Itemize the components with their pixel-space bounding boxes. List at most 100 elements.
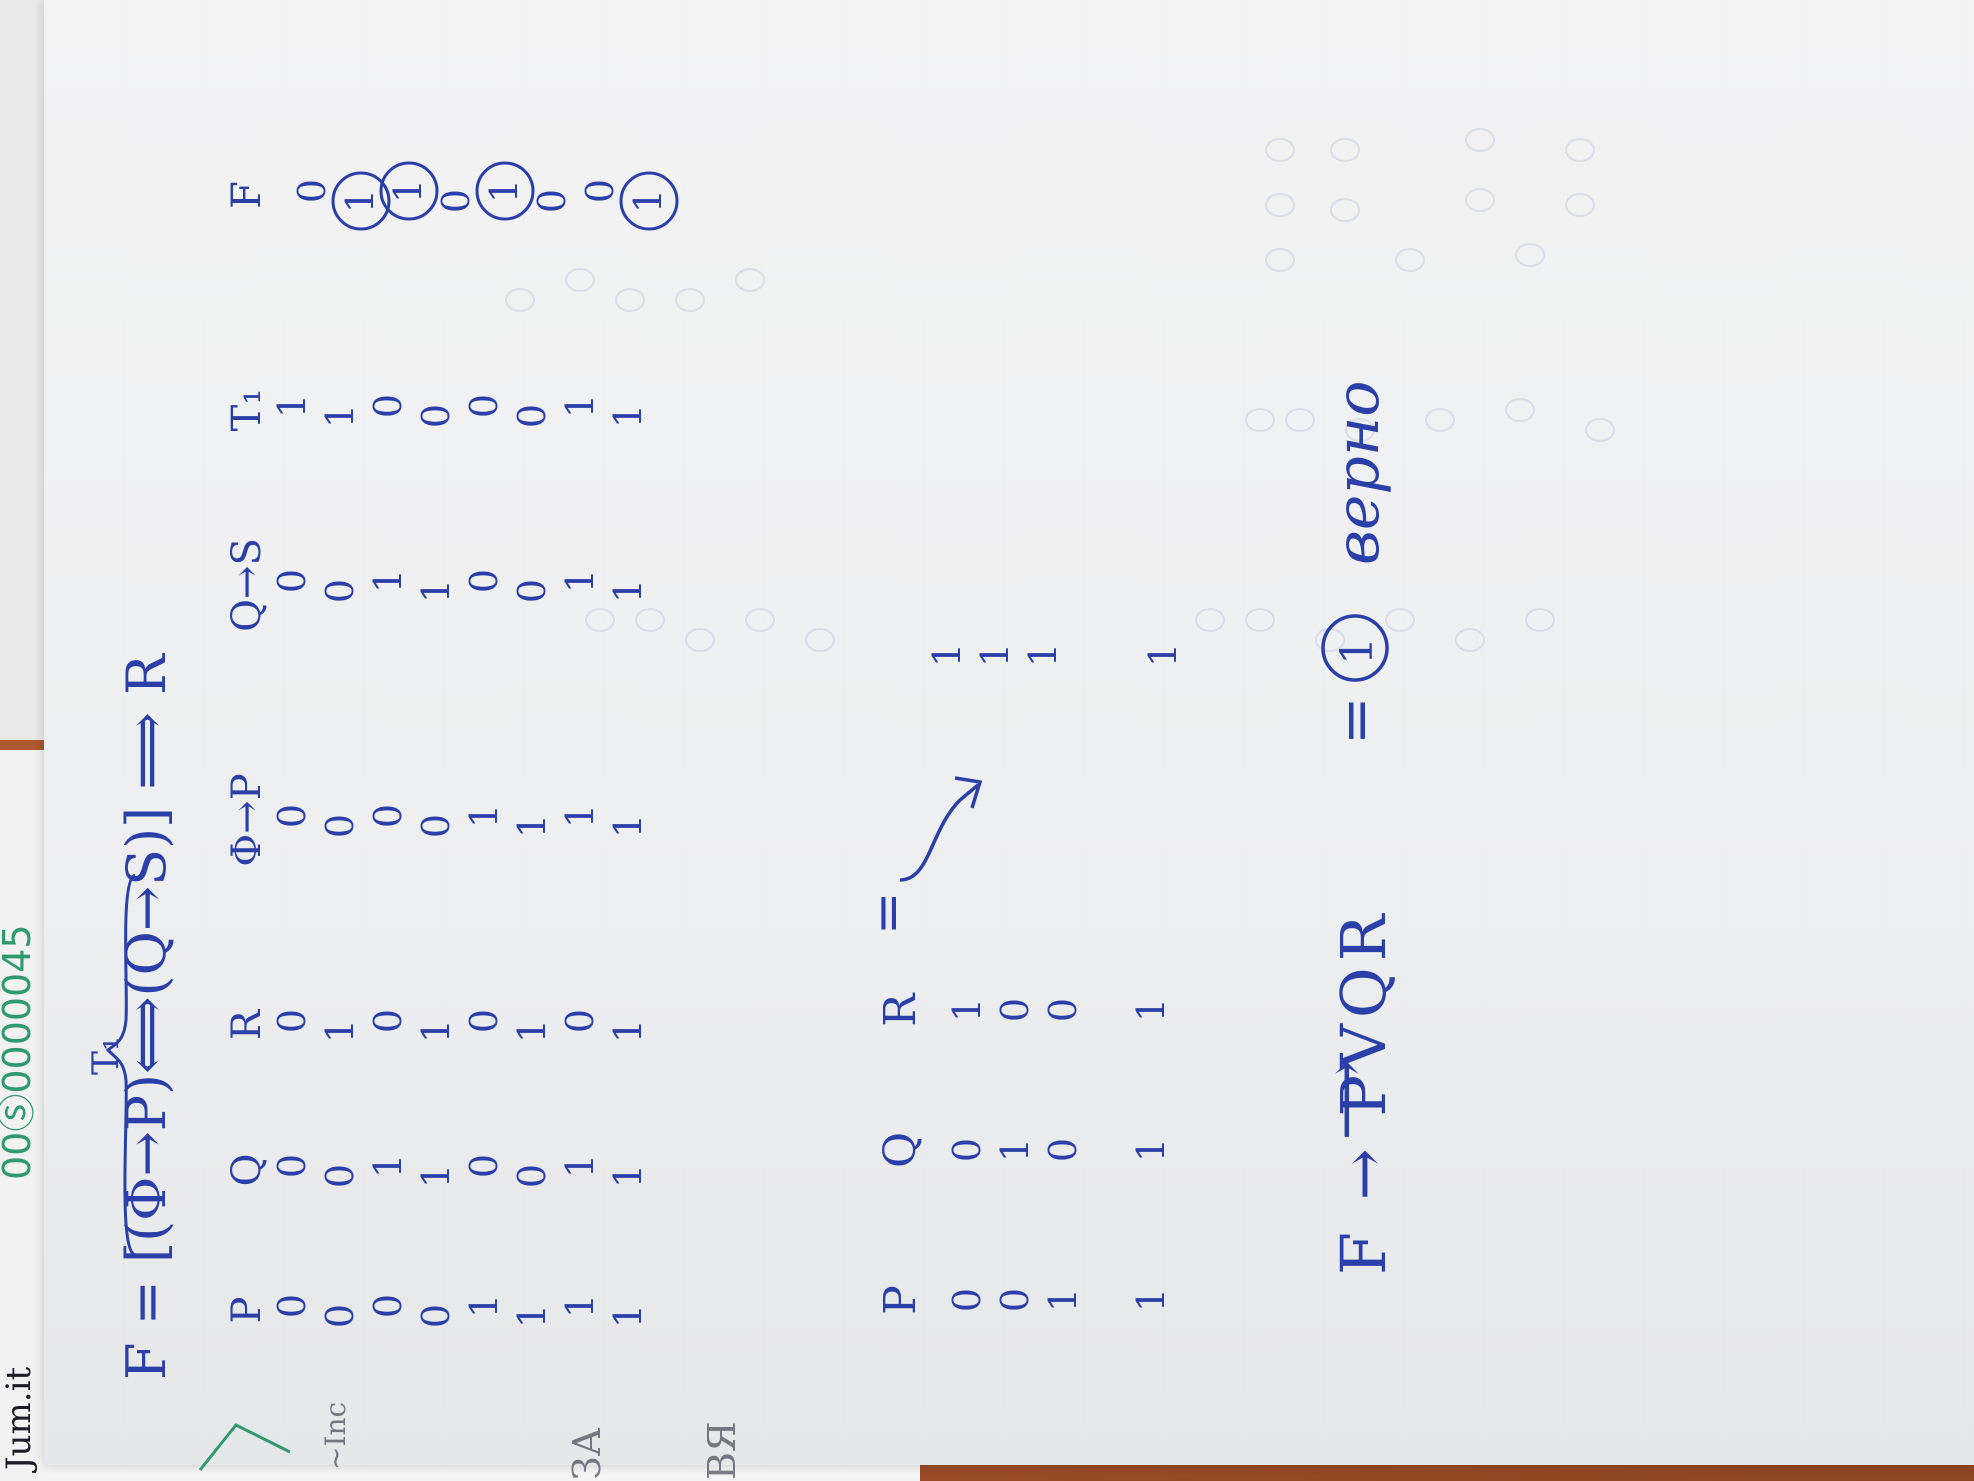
table-header-2: R <box>224 1008 270 1040</box>
corner-mark-1: ~Inc <box>319 1402 352 1470</box>
green-stroke <box>198 1423 291 1471</box>
photo: 00Ⓢ0000045 Jum.it ~Inc ЗА ВЯ F = [(Φ→P)⟺… <box>0 0 1974 1481</box>
second-cell-r3-c1-group: 1 <box>1129 1138 1173 1162</box>
black-note-group: Jum.it <box>0 1367 39 1473</box>
cell-r3-c5: 0 <box>414 404 458 428</box>
cell-r7-c1: 1 <box>606 1164 650 1188</box>
cell-r4-c4: 0 <box>462 569 506 593</box>
cell-r1-c4: 0 <box>318 579 362 603</box>
cell-r6-c6: 0 <box>578 179 622 203</box>
second-result-r1-group: 1 <box>973 643 1017 667</box>
cell-r2-c2-group: 0 <box>366 1009 410 1033</box>
cell-r2-c3-group: 0 <box>366 804 410 828</box>
cell-r0-c5: 1 <box>270 394 314 418</box>
cell-r1-c2-group: 1 <box>318 1019 362 1043</box>
second-cell-r2-c0: 1 <box>1041 1288 1085 1312</box>
second-result-r2-group: 1 <box>1021 643 1065 667</box>
second-result-r2: 1 <box>1021 643 1065 667</box>
second-result-r0: 1 <box>925 643 969 667</box>
formula-group: F = [(Φ→P)⟺(Q→S)] ⟹ R <box>115 653 178 1380</box>
second-cell-r3-c2-group: 1 <box>1129 998 1173 1022</box>
cell-r3-c6-group: 0 <box>434 189 478 213</box>
second-cell-r0-c2: 1 <box>945 998 989 1022</box>
table-header-6: F <box>224 181 270 209</box>
cell-r0-c3: 0 <box>270 804 314 828</box>
cell-r5-c6-group: 0 <box>530 189 574 213</box>
cell-r0-c0: 0 <box>270 1294 314 1318</box>
cell-r2-c1: 1 <box>366 1154 410 1178</box>
cell-r1-c0-group: 0 <box>318 1304 362 1328</box>
cell-r6-c1-group: 1 <box>558 1154 602 1178</box>
cell-r1-c1-group: 0 <box>318 1164 362 1188</box>
cell-r2-c3: 0 <box>366 804 410 828</box>
second-cell-r2-c0-group: 1 <box>1041 1288 1085 1312</box>
cell-r5-c0-group: 1 <box>510 1304 554 1328</box>
cell-r0-c2: 0 <box>270 1009 314 1033</box>
cell-r7-c4: 1 <box>606 579 650 603</box>
second-result-r0-group: 1 <box>925 643 969 667</box>
cell-r5-c4-group: 0 <box>510 579 554 603</box>
cell-r5-c3: 1 <box>510 814 554 838</box>
cell-r3-c0-group: 0 <box>414 1304 458 1328</box>
table-header-1: Q <box>224 1154 270 1187</box>
cell-r5-c0: 1 <box>510 1304 554 1328</box>
cell-r7-c5-group: 1 <box>606 404 650 428</box>
ghost-mark <box>1285 408 1315 432</box>
cell-r3-c2-group: 1 <box>414 1019 458 1043</box>
ghost-mark <box>635 608 665 632</box>
conclusion-word: верно <box>1323 381 1393 565</box>
cell-r4-c3-group: 1 <box>462 804 506 828</box>
cell-r4-c1-group: 0 <box>462 1154 506 1178</box>
second-cell-r1-c2: 0 <box>993 998 1037 1022</box>
formula: F = [(Φ→P)⟺(Q→S)] ⟹ R <box>115 653 178 1380</box>
cell-r5-c4: 0 <box>510 579 554 603</box>
ghost-mark <box>1585 418 1615 442</box>
ghost-mark <box>1245 608 1275 632</box>
ghost-mark <box>1265 193 1295 217</box>
cell-r6-c4: 1 <box>558 569 602 593</box>
ghost-mark <box>1385 608 1415 632</box>
cell-r4-c2: 0 <box>462 1009 506 1033</box>
arrow-label: = <box>858 891 918 935</box>
corner-marks: ~Inc ЗА ВЯ <box>198 1402 744 1480</box>
second-cell-r3-c0-group: 1 <box>1129 1288 1173 1312</box>
brace-label: T₁ <box>86 1037 127 1075</box>
cell-r4-c1: 0 <box>462 1154 506 1178</box>
cell-r2-c5-group: 0 <box>366 394 410 418</box>
cell-r1-c3: 0 <box>318 814 362 838</box>
cell-r7-c6: 1 <box>626 189 670 213</box>
second-header-1-group: Q <box>875 1132 926 1168</box>
cell-r6-c0: 1 <box>558 1294 602 1318</box>
cell-r2-c2: 0 <box>366 1009 410 1033</box>
cell-r1-c1: 0 <box>318 1164 362 1188</box>
cell-r0-c0-group: 0 <box>270 1294 314 1318</box>
cell-r6-c5: 1 <box>558 394 602 418</box>
cell-r6-c3: 1 <box>558 804 602 828</box>
cell-r5-c5: 0 <box>510 404 554 428</box>
second-cell-r3-c0: 1 <box>1129 1288 1173 1312</box>
cell-r6-c5-group: 1 <box>558 394 602 418</box>
second-cell-r3-c1: 1 <box>1129 1138 1173 1162</box>
table-header-6-group: F <box>224 181 270 209</box>
arrow-curve <box>899 783 980 882</box>
ghost-mark <box>505 288 535 312</box>
table-header-3: Φ→P <box>224 773 270 866</box>
cell-r7-c4-group: 1 <box>606 579 650 603</box>
table-header-5-group: T₁ <box>224 389 270 432</box>
ghost-mark <box>585 608 615 632</box>
cell-r4-c5: 0 <box>462 394 506 418</box>
cell-r7-c2-group: 1 <box>606 1019 650 1043</box>
cell-r1-c5: 1 <box>318 404 362 428</box>
cell-r4-c6: 1 <box>482 179 526 203</box>
ghost-mark <box>1330 198 1360 222</box>
ghost-mark <box>1395 248 1425 272</box>
cell-r0-c2-group: 0 <box>270 1009 314 1033</box>
second-header-2-group: R <box>875 992 926 1027</box>
second-cell-r1-c0: 0 <box>993 1288 1037 1312</box>
cell-r7-c1-group: 1 <box>606 1164 650 1188</box>
cell-r1-c3-group: 0 <box>318 814 362 838</box>
cell-r6-c3-group: 1 <box>558 804 602 828</box>
table-header-4: Q→S <box>224 538 270 632</box>
second-cell-r2-c2: 0 <box>1041 998 1085 1022</box>
cell-r5-c3-group: 1 <box>510 814 554 838</box>
